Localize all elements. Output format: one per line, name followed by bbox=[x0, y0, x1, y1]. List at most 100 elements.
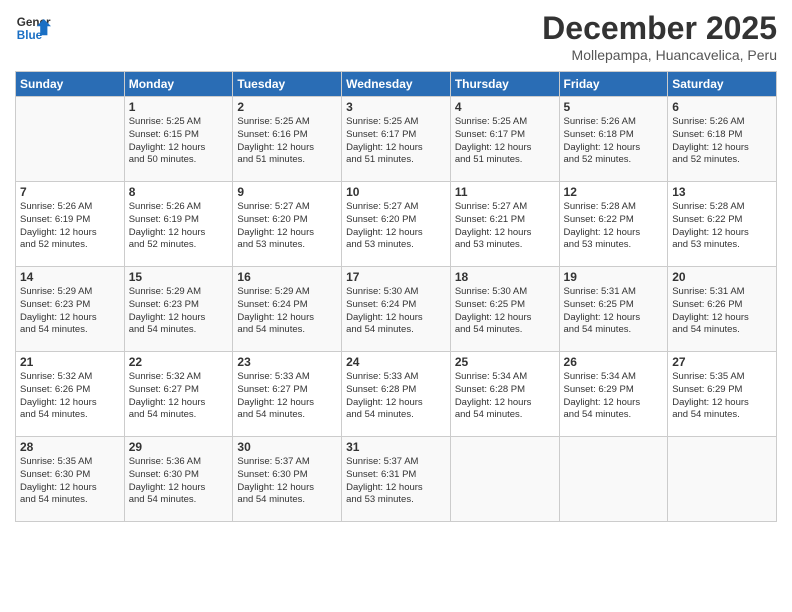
day-number: 15 bbox=[129, 270, 229, 284]
day-number: 27 bbox=[672, 355, 772, 369]
calendar-cell: 13 Sunrise: 5:28 AM Sunset: 6:22 PM Dayli… bbox=[668, 182, 777, 267]
cell-info: Sunrise: 5:33 AM Sunset: 6:27 PM Dayligh… bbox=[237, 371, 337, 422]
day-number: 23 bbox=[237, 355, 337, 369]
week-row-3: 14 Sunrise: 5:29 AM Sunset: 6:23 PM Dayli… bbox=[16, 267, 777, 352]
calendar-cell: 30Sunrise: 5:37 AM Sunset: 6:30 PM Dayli… bbox=[233, 437, 342, 522]
day-number: 5 bbox=[564, 100, 664, 114]
calendar-cell bbox=[668, 437, 777, 522]
calendar-cell: 29Sunrise: 5:36 AM Sunset: 6:30 PM Dayli… bbox=[124, 437, 233, 522]
calendar-cell: 6 Sunrise: 5:26 AM Sunset: 6:18 PM Daylig… bbox=[668, 97, 777, 182]
calendar-cell: 7 Sunrise: 5:26 AM Sunset: 6:19 PM Daylig… bbox=[16, 182, 125, 267]
week-row-5: 28 Sunrise: 5:35 AM Sunset: 6:30 PM Dayli… bbox=[16, 437, 777, 522]
day-number: 4 bbox=[455, 100, 555, 114]
cell-info: Sunrise: 5:35 AM Sunset: 6:30 PM Dayligh… bbox=[20, 456, 120, 507]
col-friday: Friday bbox=[559, 72, 668, 97]
cell-info: Sunrise: 5:27 AM Sunset: 6:20 PM Dayligh… bbox=[237, 201, 337, 252]
cell-info: Sunrise: 5:25 AM Sunset: 6:15 PM Dayligh… bbox=[129, 116, 229, 167]
calendar-cell: 10 Sunrise: 5:27 AM Sunset: 6:20 PM Dayli… bbox=[342, 182, 451, 267]
cell-info: Sunrise: 5:26 AM Sunset: 6:19 PM Dayligh… bbox=[20, 201, 120, 252]
day-number: 20 bbox=[672, 270, 772, 284]
day-number: 1 bbox=[129, 100, 229, 114]
day-number: 16 bbox=[237, 270, 337, 284]
day-number: 17 bbox=[346, 270, 446, 284]
day-number: 3 bbox=[346, 100, 446, 114]
col-monday: Monday bbox=[124, 72, 233, 97]
cell-info: Sunrise: 5:30 AM Sunset: 6:25 PM Dayligh… bbox=[455, 286, 555, 337]
week-row-1: 1 Sunrise: 5:25 AM Sunset: 6:15 PM Daylig… bbox=[16, 97, 777, 182]
calendar-cell: 15 Sunrise: 5:29 AM Sunset: 6:23 PM Dayli… bbox=[124, 267, 233, 352]
calendar-cell: 31 Sunrise: 5:37 AM Sunset: 6:31 PM Dayli… bbox=[342, 437, 451, 522]
cell-info: Sunrise: 5:26 AM Sunset: 6:18 PM Dayligh… bbox=[564, 116, 664, 167]
cell-info: Sunrise: 5:29 AM Sunset: 6:23 PM Dayligh… bbox=[129, 286, 229, 337]
title-block: December 2025 Mollepampa, Huancavelica, … bbox=[542, 10, 777, 63]
calendar-cell: 21Sunrise: 5:32 AM Sunset: 6:26 PM Dayli… bbox=[16, 352, 125, 437]
cell-info: Sunrise: 5:27 AM Sunset: 6:21 PM Dayligh… bbox=[455, 201, 555, 252]
calendar-cell: 3 Sunrise: 5:25 AM Sunset: 6:17 PM Daylig… bbox=[342, 97, 451, 182]
month-title: December 2025 bbox=[542, 10, 777, 47]
day-number: 6 bbox=[672, 100, 772, 114]
col-sunday: Sunday bbox=[16, 72, 125, 97]
day-number: 8 bbox=[129, 185, 229, 199]
cell-info: Sunrise: 5:25 AM Sunset: 6:17 PM Dayligh… bbox=[455, 116, 555, 167]
calendar-cell: 20 Sunrise: 5:31 AM Sunset: 6:26 PM Dayli… bbox=[668, 267, 777, 352]
cell-info: Sunrise: 5:32 AM Sunset: 6:27 PM Dayligh… bbox=[129, 371, 229, 422]
calendar-cell: 17 Sunrise: 5:30 AM Sunset: 6:24 PM Dayli… bbox=[342, 267, 451, 352]
cell-info: Sunrise: 5:33 AM Sunset: 6:28 PM Dayligh… bbox=[346, 371, 446, 422]
day-number: 31 bbox=[346, 440, 446, 454]
col-tuesday: Tuesday bbox=[233, 72, 342, 97]
day-number: 21 bbox=[20, 355, 120, 369]
cell-info: Sunrise: 5:25 AM Sunset: 6:17 PM Dayligh… bbox=[346, 116, 446, 167]
calendar-cell: 8 Sunrise: 5:26 AM Sunset: 6:19 PM Daylig… bbox=[124, 182, 233, 267]
calendar-cell bbox=[559, 437, 668, 522]
day-number: 10 bbox=[346, 185, 446, 199]
calendar-cell bbox=[16, 97, 125, 182]
calendar-cell: 26Sunrise: 5:34 AM Sunset: 6:29 PM Dayli… bbox=[559, 352, 668, 437]
calendar-cell: 22Sunrise: 5:32 AM Sunset: 6:27 PM Dayli… bbox=[124, 352, 233, 437]
calendar-cell: 19Sunrise: 5:31 AM Sunset: 6:25 PM Dayli… bbox=[559, 267, 668, 352]
cell-info: Sunrise: 5:27 AM Sunset: 6:20 PM Dayligh… bbox=[346, 201, 446, 252]
calendar-cell: 23 Sunrise: 5:33 AM Sunset: 6:27 PM Dayli… bbox=[233, 352, 342, 437]
calendar-cell: 25Sunrise: 5:34 AM Sunset: 6:28 PM Dayli… bbox=[450, 352, 559, 437]
logo: General Blue bbox=[15, 10, 51, 46]
cell-info: Sunrise: 5:36 AM Sunset: 6:30 PM Dayligh… bbox=[129, 456, 229, 507]
cell-info: Sunrise: 5:26 AM Sunset: 6:18 PM Dayligh… bbox=[672, 116, 772, 167]
day-number: 9 bbox=[237, 185, 337, 199]
calendar-cell: 5 Sunrise: 5:26 AM Sunset: 6:18 PM Daylig… bbox=[559, 97, 668, 182]
day-number: 18 bbox=[455, 270, 555, 284]
calendar-cell: 18 Sunrise: 5:30 AM Sunset: 6:25 PM Dayli… bbox=[450, 267, 559, 352]
day-number: 14 bbox=[20, 270, 120, 284]
svg-text:Blue: Blue bbox=[17, 29, 43, 42]
col-thursday: Thursday bbox=[450, 72, 559, 97]
cell-info: Sunrise: 5:28 AM Sunset: 6:22 PM Dayligh… bbox=[672, 201, 772, 252]
cell-info: Sunrise: 5:35 AM Sunset: 6:29 PM Dayligh… bbox=[672, 371, 772, 422]
calendar-cell: 4 Sunrise: 5:25 AM Sunset: 6:17 PM Daylig… bbox=[450, 97, 559, 182]
cell-info: Sunrise: 5:31 AM Sunset: 6:25 PM Dayligh… bbox=[564, 286, 664, 337]
week-row-4: 21Sunrise: 5:32 AM Sunset: 6:26 PM Dayli… bbox=[16, 352, 777, 437]
week-row-2: 7 Sunrise: 5:26 AM Sunset: 6:19 PM Daylig… bbox=[16, 182, 777, 267]
calendar-cell: 24Sunrise: 5:33 AM Sunset: 6:28 PM Dayli… bbox=[342, 352, 451, 437]
cell-info: Sunrise: 5:26 AM Sunset: 6:19 PM Dayligh… bbox=[129, 201, 229, 252]
cell-info: Sunrise: 5:37 AM Sunset: 6:30 PM Dayligh… bbox=[237, 456, 337, 507]
calendar-cell: 28 Sunrise: 5:35 AM Sunset: 6:30 PM Dayli… bbox=[16, 437, 125, 522]
day-number: 28 bbox=[20, 440, 120, 454]
day-number: 12 bbox=[564, 185, 664, 199]
col-wednesday: Wednesday bbox=[342, 72, 451, 97]
col-saturday: Saturday bbox=[668, 72, 777, 97]
cell-info: Sunrise: 5:25 AM Sunset: 6:16 PM Dayligh… bbox=[237, 116, 337, 167]
calendar-cell: 27 Sunrise: 5:35 AM Sunset: 6:29 PM Dayli… bbox=[668, 352, 777, 437]
day-number: 7 bbox=[20, 185, 120, 199]
cell-info: Sunrise: 5:37 AM Sunset: 6:31 PM Dayligh… bbox=[346, 456, 446, 507]
day-number: 11 bbox=[455, 185, 555, 199]
calendar-cell: 14Sunrise: 5:29 AM Sunset: 6:23 PM Dayli… bbox=[16, 267, 125, 352]
day-number: 26 bbox=[564, 355, 664, 369]
cell-info: Sunrise: 5:29 AM Sunset: 6:24 PM Dayligh… bbox=[237, 286, 337, 337]
day-number: 2 bbox=[237, 100, 337, 114]
header: General Blue December 2025 Mollepampa, H… bbox=[15, 10, 777, 63]
page-container: General Blue December 2025 Mollepampa, H… bbox=[0, 0, 792, 532]
calendar-cell: 16 Sunrise: 5:29 AM Sunset: 6:24 PM Dayli… bbox=[233, 267, 342, 352]
calendar-cell bbox=[450, 437, 559, 522]
day-number: 13 bbox=[672, 185, 772, 199]
header-row: Sunday Monday Tuesday Wednesday Thursday… bbox=[16, 72, 777, 97]
cell-info: Sunrise: 5:31 AM Sunset: 6:26 PM Dayligh… bbox=[672, 286, 772, 337]
cell-info: Sunrise: 5:30 AM Sunset: 6:24 PM Dayligh… bbox=[346, 286, 446, 337]
